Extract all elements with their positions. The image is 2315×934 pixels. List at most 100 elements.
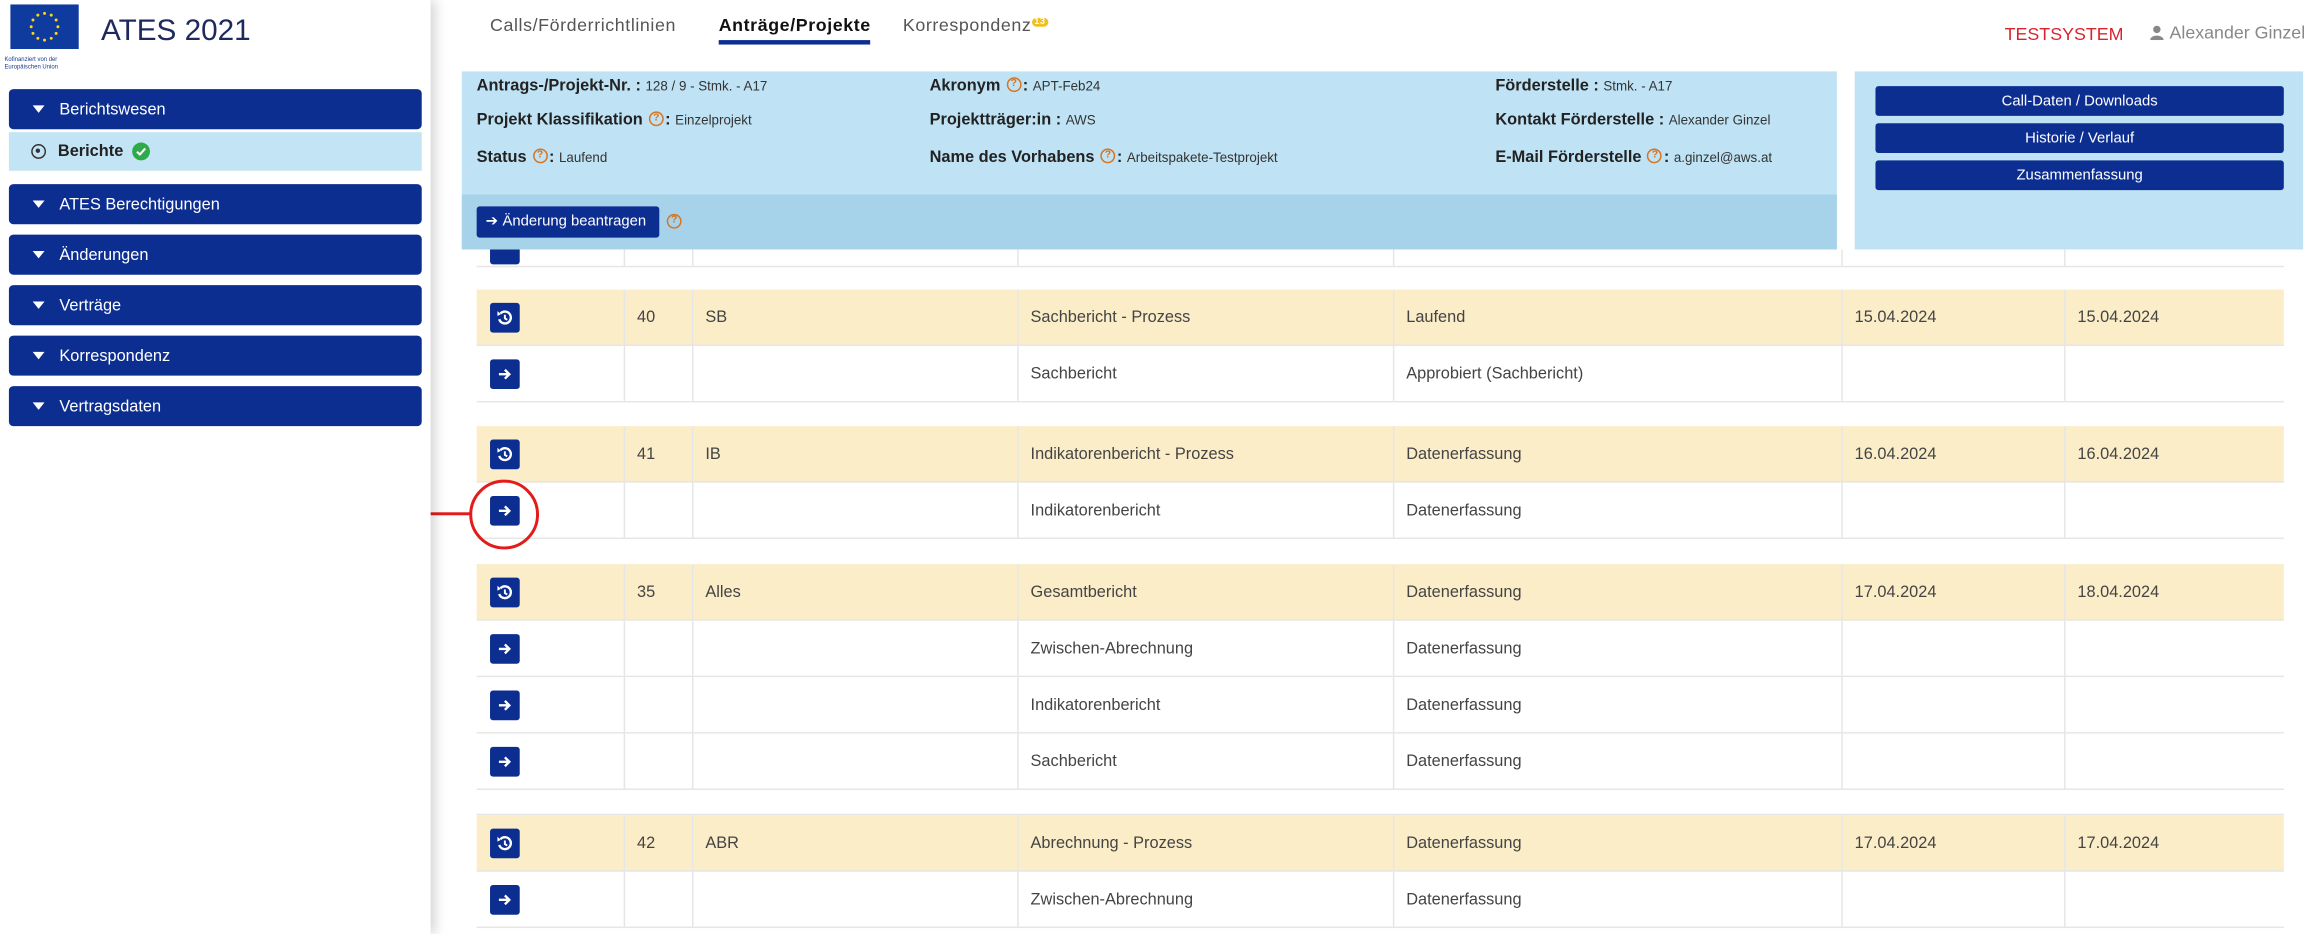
chevron-down-icon — [32, 351, 45, 360]
cell-bis — [2064, 620, 2284, 676]
cell-status: Datenerfassung — [1392, 426, 1841, 482]
history-icon[interactable] — [490, 439, 520, 470]
cell-status: Datenerfassung — [1392, 620, 1841, 676]
chevron-down-icon — [32, 200, 45, 208]
cell-bericht: Indikatorenbericht — [1017, 482, 1393, 538]
cell-kuerzel — [691, 677, 1017, 733]
cell-bericht: Sachbericht - Prozess — [1017, 289, 1393, 345]
klassifikation-value: Einzelprojekt — [675, 112, 752, 128]
table-row: Zwischen-Abrechnung Datenerfassung — [476, 871, 2284, 929]
cell-bis — [2064, 677, 2284, 733]
vorhaben-label: Name des Vorhabens ?: Arbeitspakete-Test… — [929, 148, 1278, 167]
user-name: Alexander Ginzel — [2169, 22, 2306, 44]
cell-bis: 15.04.2024 — [2064, 289, 2284, 345]
antrag-nr-value: 128 / 9 - Stmk. - A17 — [645, 78, 768, 94]
cell-von — [1841, 345, 2064, 401]
sidebar-item-label: Vertragsdaten — [59, 397, 162, 416]
sidebar-item-label: Änderungen — [59, 245, 149, 264]
arrow-right-icon[interactable] — [490, 634, 520, 664]
cell-von — [1841, 620, 2064, 676]
help-icon[interactable]: ? — [532, 148, 548, 164]
cell-status: Datenerfassung — [1392, 733, 1841, 789]
akronym-label: Akronym ?: APT-Feb24 — [929, 77, 1101, 96]
cell-von: 15.04.2024 — [1841, 289, 2064, 345]
cell-bis: 16.04.2024 — [2064, 426, 2284, 482]
cell-bis: 17.04.2024 — [2064, 815, 2284, 871]
foerderstelle-label: Förderstelle : Stmk. - A17 — [1495, 77, 1673, 96]
sidebar-item-berichtswesen[interactable]: Berichtswesen — [8, 89, 422, 130]
vorhaben-value: Arbeitspakete-Testprojekt — [1126, 149, 1278, 165]
tab-korrespondenz-label: Korrespondenz — [902, 14, 1032, 36]
call-daten-button[interactable]: Call-Daten / Downloads — [1875, 86, 2284, 116]
sidebar-item-label: Verträge — [59, 296, 122, 315]
help-icon[interactable]: ? — [1647, 148, 1663, 164]
cell-nr — [623, 482, 692, 538]
cell-nr — [623, 677, 692, 733]
help-icon[interactable]: ? — [648, 111, 664, 127]
user-menu[interactable]: Alexander Ginzel — [2150, 22, 2305, 44]
sidebar-item-vertraege[interactable]: Verträge — [8, 285, 422, 326]
sidebar-item-label: ATES Berechtigungen — [59, 195, 220, 214]
sidebar: Kofinanziert von der Europäischen Union … — [0, 0, 431, 934]
tab-antraege[interactable]: Anträge/Projekte — [718, 15, 871, 45]
sidebar-item-vertragsdaten[interactable]: Vertragsdaten — [8, 386, 422, 427]
help-icon[interactable]: ? — [1100, 148, 1116, 164]
projekttraeger-label: Projektträger:in : AWS — [929, 111, 1096, 130]
environment-label: TESTSYSTEM — [2004, 23, 2124, 45]
arrow-right-icon[interactable] — [490, 746, 520, 777]
cell-nr — [623, 871, 692, 927]
check-circle-icon — [132, 142, 151, 161]
cell-kuerzel: Alles — [691, 564, 1017, 620]
cell-nr: 35 — [623, 564, 692, 620]
tab-korrespondenz[interactable]: Korrespondenz 13 — [903, 15, 1049, 36]
cell-status: Datenerfassung — [1392, 815, 1841, 871]
cell-bericht: Indikatorenbericht — [1017, 677, 1393, 733]
cell-bis — [2064, 345, 2284, 401]
kontakt-label: Kontakt Förderstelle : Alexander Ginzel — [1495, 111, 1771, 130]
tab-calls[interactable]: Calls/Förderrichtlinien — [490, 15, 676, 36]
table-spacer — [476, 788, 2284, 816]
history-icon[interactable] — [490, 577, 520, 608]
zusammenfassung-button[interactable]: Zusammenfassung — [1875, 160, 2284, 191]
cell-status: Datenerfassung — [1392, 677, 1841, 733]
cell-kuerzel — [691, 620, 1017, 676]
cell-nr: 40 — [623, 289, 692, 345]
cell-von: 16.04.2024 — [1841, 426, 2064, 482]
cell-status: Datenerfassung — [1392, 871, 1841, 927]
table-row-partial — [476, 234, 2284, 268]
sidebar-item-aenderungen[interactable]: Änderungen — [8, 234, 422, 275]
table-row: 40 SB Sachbericht - Prozess Laufend 15.04.20… — [476, 289, 2284, 346]
sidebar-item-label: Berichtswesen — [59, 100, 166, 119]
table-row: Sachbericht Datenerfassung — [476, 733, 2284, 790]
kontakt-value: Alexander Ginzel — [1668, 112, 1771, 128]
cell-kuerzel — [691, 345, 1017, 401]
cell-nr: 41 — [623, 426, 692, 482]
table-row: 42 ABR Abrechnung - Prozess Datenerfassung 1… — [476, 815, 2284, 872]
arrow-right-icon[interactable] — [490, 359, 520, 390]
cell-bis — [2064, 733, 2284, 789]
change-request-button[interactable]: ➔ Änderung beantragen — [476, 206, 660, 238]
table-row: Indikatorenbericht Datenerfassung — [476, 482, 2284, 540]
help-icon[interactable]: ? — [666, 213, 682, 229]
status-value: Laufend — [558, 149, 608, 165]
help-icon[interactable]: ? — [1006, 77, 1022, 93]
cell-kuerzel — [691, 871, 1017, 927]
arrow-right-icon[interactable] — [490, 885, 520, 915]
cell-kuerzel — [691, 482, 1017, 538]
chevron-down-icon — [32, 301, 45, 309]
sidebar-item-korrespondenz[interactable]: Korrespondenz — [8, 335, 422, 376]
projekttraeger-value: AWS — [1065, 112, 1096, 128]
sidebar-item-berichte[interactable]: Berichte — [8, 132, 422, 171]
cell-von — [1841, 871, 2064, 927]
cell-status: Laufend — [1392, 289, 1841, 345]
cell-von: 17.04.2024 — [1841, 564, 2064, 620]
arrow-right-icon[interactable] — [490, 690, 520, 721]
history-icon[interactable] — [490, 302, 520, 333]
sidebar-item-ates-berechtigungen[interactable]: ATES Berechtigungen — [8, 184, 422, 225]
history-icon[interactable] — [490, 828, 520, 859]
historie-button[interactable]: Historie / Verlauf — [1875, 123, 2284, 153]
chevron-down-icon — [32, 250, 45, 259]
radio-icon — [31, 144, 47, 159]
cell-status: Datenerfassung — [1392, 482, 1841, 538]
email-value: a.ginzel@aws.at — [1673, 149, 1773, 165]
